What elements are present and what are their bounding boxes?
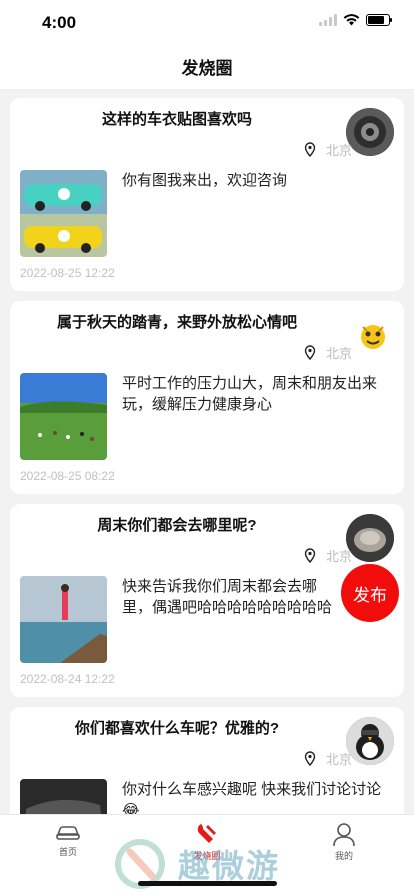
- post-date: 2022-08-24 12:22: [20, 672, 115, 686]
- feed-list: 这样的车衣贴图喜欢吗 北京 你有图我来出，欢迎咨询 2022-08-25 12:…: [10, 98, 404, 896]
- post-card[interactable]: 这样的车衣贴图喜欢吗 北京 你有图我来出，欢迎咨询 2022-08-25 12:…: [10, 98, 404, 291]
- status-icons: [319, 14, 392, 26]
- page-title: 发烧圈: [181, 59, 233, 78]
- avatar[interactable]: [346, 108, 394, 156]
- post-date: 2022-08-25 08:22: [20, 469, 115, 483]
- status-time: 4:00: [42, 13, 77, 32]
- tab-label: 首页: [58, 847, 77, 857]
- post-title: 属于秋天的踏青，来野外放松心情吧: [56, 314, 297, 331]
- location-label: 北京: [325, 549, 352, 564]
- post-title: 周末你们都会去哪里呢?: [97, 517, 257, 534]
- post-title: 这样的车衣贴图喜欢吗: [101, 111, 252, 128]
- signal-icon: [319, 14, 337, 26]
- location-pin-icon: [304, 548, 316, 563]
- status-bar: 4:00: [0, 0, 414, 44]
- location-label: 北京: [325, 752, 352, 767]
- post-body: 平时工作的压力山大，周末和朋友出来玩，缓解压力健康身心: [122, 375, 378, 413]
- location-pin-icon: [304, 345, 316, 360]
- person-icon: [333, 823, 355, 847]
- avatar[interactable]: [358, 321, 388, 351]
- battery-icon: [366, 14, 392, 26]
- location-pin-icon: [304, 751, 316, 766]
- publish-button[interactable]: 发布: [341, 564, 399, 622]
- post-location: 北京: [304, 749, 352, 768]
- nav-bar: 发烧圈: [0, 44, 414, 90]
- post-location: 北京: [304, 140, 352, 159]
- post-date: 2022-08-25 12:22: [20, 266, 115, 280]
- post-body: 你有图我来出，欢迎咨询: [122, 172, 288, 189]
- location-pin-icon: [304, 142, 316, 157]
- post-image[interactable]: [20, 373, 107, 460]
- post-image[interactable]: [20, 576, 107, 663]
- avatar[interactable]: [346, 717, 394, 765]
- tab-label: 我的: [334, 851, 353, 861]
- tab-profile[interactable]: 我的: [304, 821, 384, 862]
- post-location: 北京: [304, 546, 352, 565]
- car-icon: [56, 826, 80, 840]
- post-title: 你们都喜欢什么车呢？优雅的?: [74, 720, 280, 737]
- post-body: 快来告诉我你们周末都会去哪里，偶遇吧哈哈哈哈哈哈哈哈哈: [122, 578, 333, 616]
- post-image[interactable]: [20, 170, 107, 257]
- wifi-icon: [343, 14, 360, 26]
- home-indicator: [138, 881, 277, 886]
- location-label: 北京: [325, 143, 352, 158]
- avatar[interactable]: [346, 514, 394, 562]
- tab-home[interactable]: 首页: [28, 821, 108, 858]
- location-label: 北京: [325, 346, 352, 361]
- post-location: 北京: [304, 343, 352, 362]
- post-card[interactable]: 属于秋天的踏青，来野外放松心情吧 北京 平时工作的压力山大，周末和朋友出来玩，缓…: [10, 301, 404, 494]
